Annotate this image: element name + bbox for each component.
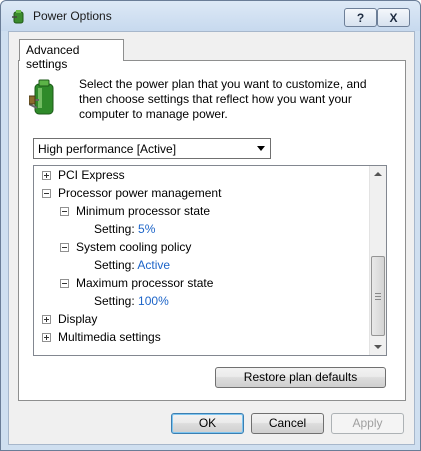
collapse-icon[interactable] [42,189,51,198]
tree-item-display[interactable]: Display [38,310,97,328]
tree-item-max-setting[interactable]: Setting: 100% [94,292,169,310]
expand-icon[interactable] [42,333,51,342]
tree-item-min-setting[interactable]: Setting: 5% [94,220,155,238]
collapse-icon[interactable] [60,207,69,216]
power-plan-select-value: High performance [Active] [38,142,177,156]
vertical-scrollbar[interactable] [369,166,386,355]
tree-item-maximum-processor-state[interactable]: Maximum processor state [56,274,213,292]
expand-icon[interactable] [42,315,51,324]
close-button[interactable]: X [377,8,410,27]
power-plan-select[interactable]: High performance [Active] [33,138,271,159]
scroll-down-arrow-icon[interactable] [374,345,382,349]
min-processor-state-value[interactable]: 5% [138,222,155,236]
setting-label: Setting: [94,258,135,272]
chevron-down-icon[interactable] [257,146,265,151]
setting-label: Setting: [94,222,135,236]
scrollbar-thumb[interactable] [371,256,385,336]
tree-item-system-cooling-policy[interactable]: System cooling policy [56,238,191,256]
intro-text: Select the power plan that you want to c… [79,77,367,121]
tree-item-label: Maximum processor state [76,276,214,290]
cooling-policy-value[interactable]: Active [137,258,170,272]
battery-plug-icon [29,79,54,115]
max-processor-state-value[interactable]: 100% [138,294,169,308]
help-button[interactable]: ? [344,8,377,27]
power-options-window: Power Options ? X Advanced settings Sele… [0,0,421,451]
scroll-up-arrow-icon[interactable] [374,172,382,176]
title-bar[interactable]: Power Options ? X [1,1,420,31]
cancel-button[interactable]: Cancel [251,413,324,434]
close-icon: X [389,10,398,25]
power-plan-icon [12,10,24,24]
tree-item-pci-express[interactable]: PCI Express [38,166,125,184]
collapse-icon[interactable] [60,279,69,288]
tree-item-multimedia-settings[interactable]: Multimedia settings [38,328,161,346]
help-icon: ? [356,10,365,25]
window-title: Power Options [33,9,112,23]
tree-item-label: Display [58,312,98,326]
apply-button: Apply [331,413,404,434]
collapse-icon[interactable] [60,243,69,252]
restore-plan-defaults-button[interactable]: Restore plan defaults [215,367,386,388]
tree-item-label: Multimedia settings [58,330,161,344]
expand-icon[interactable] [42,171,51,180]
ok-button[interactable]: OK [171,413,244,434]
tree-item-minimum-processor-state[interactable]: Minimum processor state [56,202,210,220]
tree-item-label: PCI Express [58,168,125,182]
settings-tree[interactable]: PCI Express Processor power management M… [33,165,387,356]
tree-item-processor-power-management[interactable]: Processor power management [38,184,221,202]
setting-label: Setting: [94,294,135,308]
dialog-body: Advanced settings Select the power plan … [8,31,415,445]
tab-advanced-settings[interactable]: Advanced settings [19,39,124,71]
tree-item-label: Minimum processor state [76,204,211,218]
grip-icon [375,293,381,300]
tree-item-cooling-setting[interactable]: Setting: Active [94,256,170,274]
tree-item-label: System cooling policy [76,240,192,254]
tree-item-label: Processor power management [58,186,222,200]
